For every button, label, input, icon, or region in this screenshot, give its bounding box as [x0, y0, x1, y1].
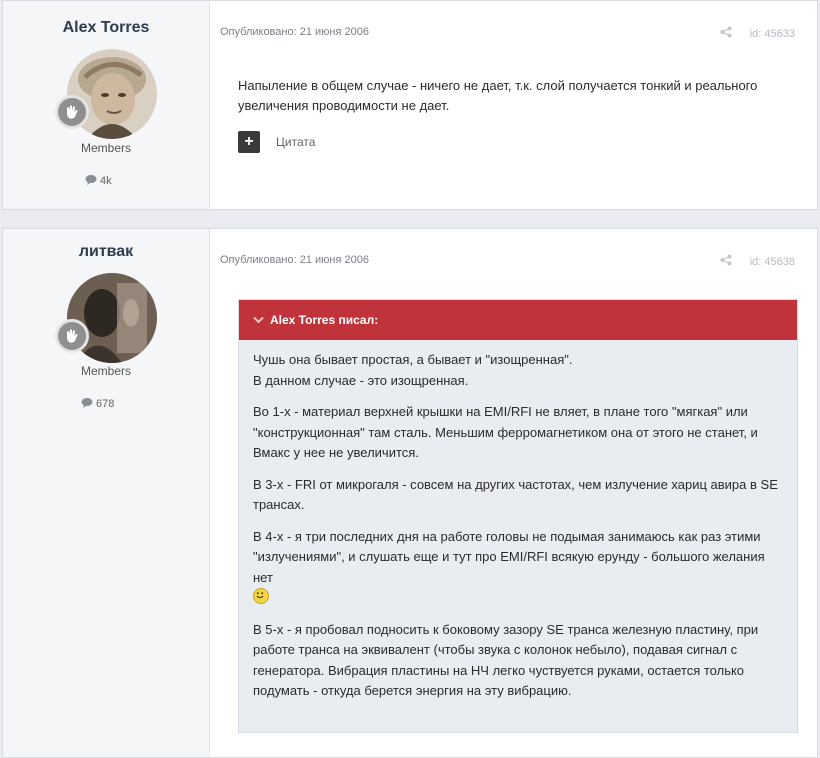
member-group: Members	[80, 141, 131, 155]
smiley-icon	[253, 588, 269, 604]
post-45638: литвак Members 678 Опубликовано: 21 июня…	[2, 228, 818, 758]
post-45633: Alex Torres Members 4k Опубликовано: 21 …	[2, 0, 818, 210]
quote-paragraph-with-emoji: В 4-х - я три последних дня на работе го…	[253, 527, 783, 609]
quote-header[interactable]: Alex Torres писал:	[239, 300, 797, 340]
rank-badge-icon	[55, 95, 89, 129]
share-icon[interactable]	[720, 254, 732, 269]
author-panel: Alex Torres Members 4k	[3, 1, 210, 209]
post-tools: id: 45633	[720, 26, 795, 41]
comment-icon	[81, 397, 93, 411]
post-count-value: 4k	[100, 175, 112, 187]
post-count: 4k	[85, 174, 112, 188]
avatar-container	[55, 49, 157, 139]
member-group: Members	[80, 364, 131, 378]
post-count-value: 678	[96, 398, 115, 410]
author-name-link[interactable]: литвак	[3, 243, 209, 261]
quote-paragraph: В 5-х - я пробовал подносить к боковому …	[253, 621, 759, 699]
multiquote-button[interactable]: +	[238, 131, 260, 153]
quote-paragraph: Чушь она бывает простая, а бывает и "изо…	[253, 352, 573, 388]
author-panel: литвак Members 678	[3, 229, 210, 757]
post-text: Напыление в общем случае - ничего не дае…	[238, 78, 758, 113]
quote-author: Alex Torres писал:	[270, 313, 379, 327]
author-name-link[interactable]: Alex Torres	[3, 19, 209, 37]
post-date[interactable]: Опубликовано: 21 июня 2006	[220, 254, 369, 266]
post-tools: id: 45638	[720, 254, 795, 269]
avatar-container	[55, 273, 157, 363]
post-count: 678	[81, 397, 114, 411]
comment-icon	[85, 174, 97, 188]
share-icon[interactable]	[720, 26, 732, 41]
quote-paragraph: В 4-х - я три последних дня на работе го…	[253, 528, 765, 585]
post-content: Опубликовано: 21 июня 2006 id: 45638 Ale…	[210, 229, 817, 757]
rank-badge-icon	[55, 319, 89, 353]
chevron-down-icon	[253, 313, 264, 327]
quote-paragraph: В 3-х - FRI от микрогаля - совсем на дру…	[253, 476, 778, 513]
post-content: Опубликовано: 21 июня 2006 id: 45633 Нап…	[210, 1, 817, 209]
post-id[interactable]: id: 45638	[750, 256, 795, 268]
post-date[interactable]: Опубликовано: 21 июня 2006	[220, 26, 369, 38]
quote-link[interactable]: Цитата	[276, 135, 315, 149]
post-id[interactable]: id: 45633	[750, 28, 795, 40]
quote-body: Чушь она бывает простая, а бывает и "изо…	[239, 340, 797, 702]
quote-block: Alex Torres писал: Чушь она бывает прост…	[238, 299, 798, 733]
quote-paragraph: Во 1-х - материал верхней крышки на EMI/…	[253, 404, 758, 460]
